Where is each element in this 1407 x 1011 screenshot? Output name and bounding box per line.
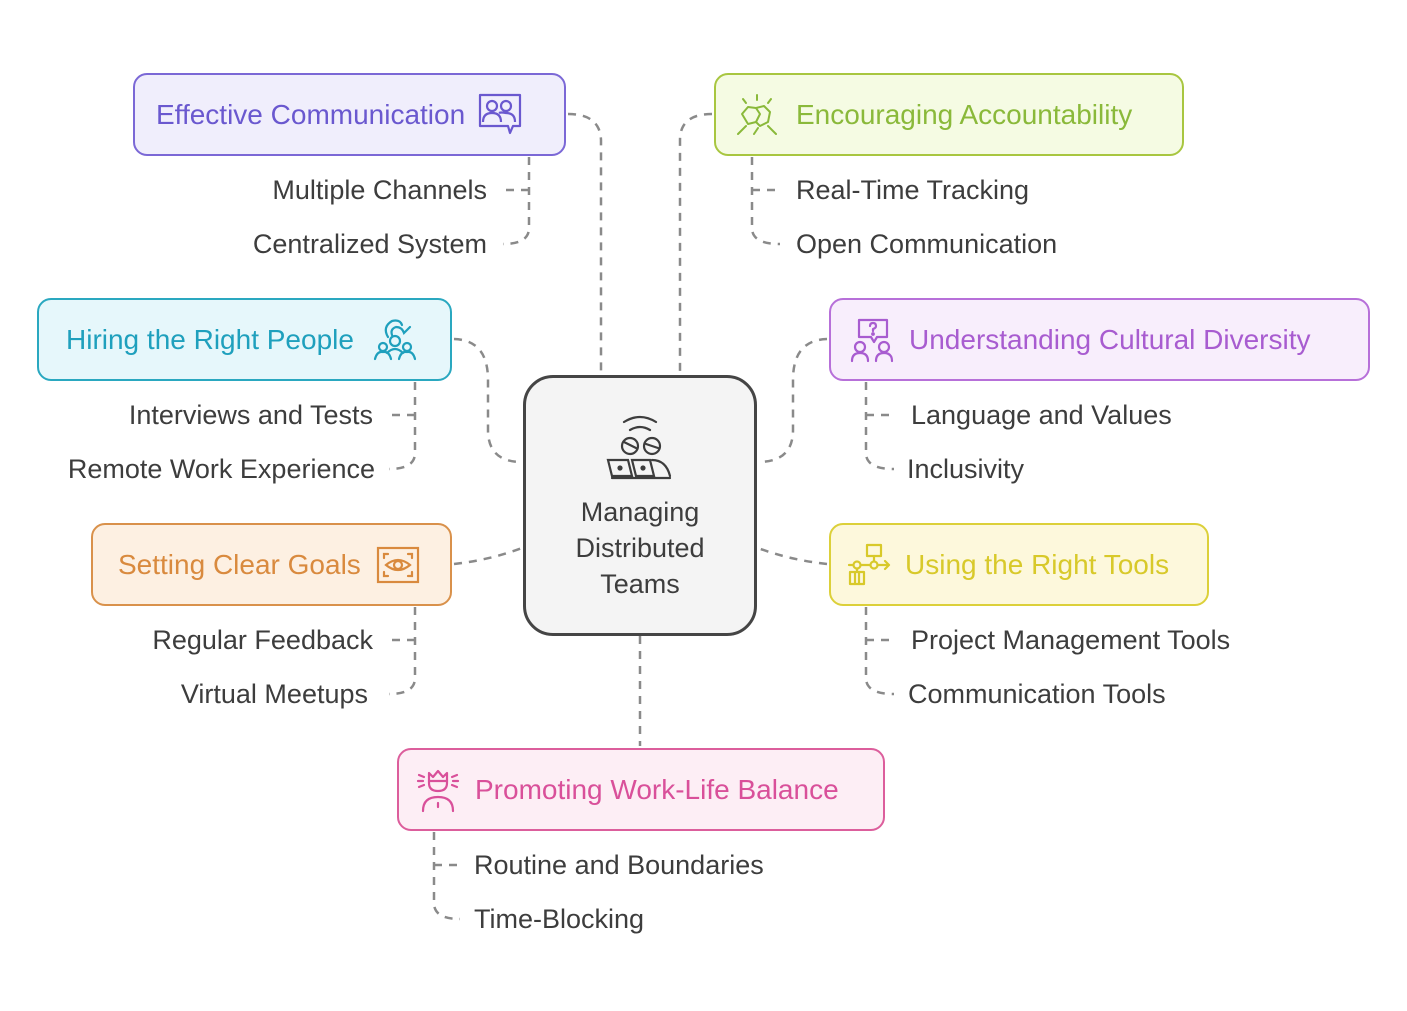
sub-connector-tools <box>864 607 896 696</box>
sub-item-project-management-tools: Project Management Tools <box>911 625 1231 655</box>
branch-title: Using the Right Tools <box>905 548 1170 580</box>
sub-item-inclusivity: Inclusivity <box>907 454 1025 484</box>
branch-title: Hiring the Right People <box>66 323 354 355</box>
workflow-icon <box>847 542 893 588</box>
sub-item-language-and-values: Language and Values <box>911 400 1172 430</box>
sub-item-centralized-system: Centralized System <box>252 229 487 259</box>
connector-goals <box>453 546 523 566</box>
sub-connector-accountability <box>750 157 781 246</box>
people-chat-icon <box>477 92 523 138</box>
handshake-icon <box>734 92 780 138</box>
connector-tools <box>757 546 828 566</box>
branch-title: Effective Communication <box>156 98 466 130</box>
sub-connector-culture <box>864 382 896 471</box>
sub-connector-hiring <box>388 382 417 471</box>
branch-accountability[interactable]: Encouraging Accountability <box>714 73 1184 156</box>
sub-item-open-communication: Open Communication <box>796 229 1058 259</box>
people-question-icon <box>849 317 895 363</box>
branch-hiring[interactable]: Hiring the Right People <box>37 298 452 381</box>
sub-item-routine-and-boundaries: Routine and Boundaries <box>474 850 764 880</box>
connector-accountability <box>678 112 713 375</box>
sub-item-time-blocking: Time-Blocking <box>474 904 645 934</box>
center-title: Managing Distributed Teams <box>575 497 705 599</box>
branch-title: Understanding Cultural Diversity <box>909 323 1311 355</box>
branch-communication[interactable]: Effective Communication <box>133 73 566 156</box>
connector-culture <box>757 337 828 464</box>
branch-goals[interactable]: Setting Clear Goals <box>91 523 452 606</box>
sub-item-remote-work-experience: Remote Work Experience <box>67 454 375 484</box>
connector-hiring <box>453 337 523 464</box>
branch-title: Setting Clear Goals <box>118 548 361 580</box>
remote-team-icon <box>606 415 672 480</box>
person-balance-icon <box>415 767 461 813</box>
sub-item-real-time-tracking: Real-Time Tracking <box>796 175 1030 205</box>
sub-item-interviews-and-tests: Interviews and Tests <box>128 400 373 430</box>
sub-item-multiple-channels: Multiple Channels <box>272 175 487 205</box>
branch-title: Encouraging Accountability <box>796 98 1133 130</box>
branch-culture[interactable]: Understanding Cultural Diversity <box>829 298 1370 381</box>
branch-tools[interactable]: Using the Right Tools <box>829 523 1209 606</box>
sub-item-virtual-meetups: Virtual Meetups <box>180 679 368 709</box>
sub-item-communication-tools: Communication Tools <box>908 679 1166 709</box>
sub-connector-worklife <box>432 832 461 921</box>
team-recruit-icon <box>372 317 418 363</box>
center-node[interactable]: Managing Distributed Teams <box>523 375 757 636</box>
sub-connector-goals <box>388 607 417 696</box>
branch-worklife[interactable]: Promoting Work-Life Balance <box>397 748 885 831</box>
connector-communication <box>567 112 603 375</box>
sub-connector-communication <box>502 157 531 246</box>
branch-title: Promoting Work-Life Balance <box>475 773 839 805</box>
eye-focus-icon <box>375 542 421 588</box>
sub-item-regular-feedback: Regular Feedback <box>152 625 373 655</box>
